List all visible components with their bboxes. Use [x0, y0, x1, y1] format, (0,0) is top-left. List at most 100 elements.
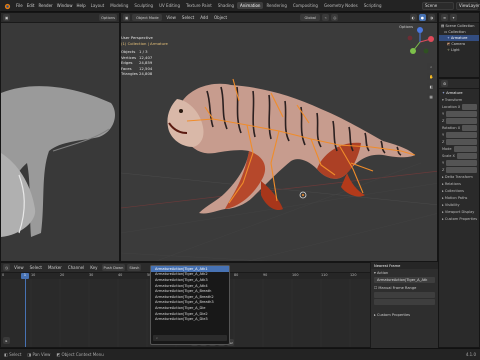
value-field[interactable]	[446, 138, 477, 145]
section-custom-properties[interactable]: ▸ Custom Properties	[439, 215, 479, 222]
tab-geometry-nodes[interactable]: Geometry Nodes	[321, 2, 361, 9]
blender-logo-icon[interactable]	[2, 2, 12, 10]
section-label: Collections	[444, 188, 465, 193]
tab-uv-editing[interactable]: UV Editing	[156, 2, 183, 9]
value-field[interactable]	[446, 131, 477, 138]
manual-frame-range-toggle[interactable]: ☐ Manual Frame Range	[371, 284, 438, 291]
action-search-input[interactable]: ⌕	[153, 335, 227, 341]
section-relations[interactable]: ▸ Relations	[439, 180, 479, 187]
object-name-field[interactable]: ✦ Armature	[439, 89, 479, 96]
menu-file[interactable]: File	[14, 3, 25, 8]
prop-label: Z	[442, 139, 445, 144]
editor-type-button[interactable]: ◷	[3, 264, 11, 271]
prop-scale-y[interactable]: Y	[439, 159, 479, 166]
section-visibility[interactable]: ▸ Visibility	[439, 201, 479, 208]
prop-location-y[interactable]: Y	[439, 110, 479, 117]
tab-animation[interactable]: Animation	[237, 2, 264, 9]
section-transform[interactable]: ▾ Transform	[439, 96, 479, 103]
prop-rotation-y[interactable]: Y	[439, 131, 479, 138]
value-field[interactable]	[446, 166, 477, 173]
push-down-button[interactable]: Push Down	[101, 264, 126, 271]
snap-icon[interactable]: ⌁	[322, 14, 330, 21]
frame-start-field[interactable]	[374, 292, 435, 298]
prop-label: Mode	[442, 146, 452, 151]
properties-header: ⚙	[439, 79, 479, 89]
value-field[interactable]	[453, 145, 477, 152]
tab-compositing[interactable]: Compositing	[290, 2, 321, 9]
menu-object[interactable]: Object	[212, 15, 229, 20]
menu-select[interactable]: Select	[180, 15, 196, 20]
menu-add[interactable]: Add	[198, 15, 210, 20]
custom-properties-label: Custom Properties	[376, 312, 411, 317]
editor-type-button[interactable]: ▣	[123, 14, 131, 21]
menu-view[interactable]: View	[12, 265, 26, 270]
prop-label: Y	[442, 111, 445, 116]
prop-scale-x[interactable]: Scale X	[439, 152, 479, 159]
value-field[interactable]	[462, 103, 477, 110]
playback-menu[interactable]: ▸	[3, 337, 10, 344]
action-name-field[interactable]: ArmatureAction|Tiger_A_Atk	[374, 277, 435, 283]
left-options-button[interactable]: Options	[99, 14, 117, 21]
view-layer-selector[interactable]: ViewLayer	[456, 1, 480, 10]
mode-selector[interactable]: Object Mode	[132, 14, 163, 21]
outliner-row-label: Light	[450, 48, 460, 52]
status-context: ◩ Object Context Menu	[56, 352, 104, 357]
section-collections[interactable]: ▸ Collections	[439, 187, 479, 194]
section-delta-transform[interactable]: ▸ Delta Transform	[439, 173, 479, 180]
custom-properties-section[interactable]: ▸ Custom Properties	[371, 311, 438, 318]
menu-edit[interactable]: Edit	[25, 3, 37, 8]
viewport-overlays-icon[interactable]: ◐	[409, 14, 417, 21]
camera-viewport[interactable]: ▣ Options	[0, 12, 120, 262]
outliner-row-label: Camera	[451, 42, 466, 46]
tiger-armature-model[interactable]	[121, 23, 438, 262]
version-label: 4.1.0	[465, 352, 476, 357]
menu-render[interactable]: Render	[36, 3, 54, 8]
menu-marker[interactable]: Marker	[46, 265, 64, 270]
action-section[interactable]: ▾ Action	[371, 269, 438, 276]
value-field[interactable]	[446, 159, 477, 166]
editor-type-button[interactable]: ▣	[3, 14, 11, 21]
value-field[interactable]	[456, 152, 477, 159]
prop-rotation-z[interactable]: Z	[439, 138, 479, 145]
prop-scale-z[interactable]: Z	[439, 166, 479, 173]
menu-window[interactable]: Window	[55, 3, 75, 8]
frame-tick: 40	[118, 273, 123, 277]
value-field[interactable]	[446, 117, 477, 124]
prop-location-x[interactable]: Location X	[439, 103, 479, 110]
transform-orientation[interactable]: Global	[300, 14, 321, 21]
value-field[interactable]	[446, 110, 477, 117]
object-name: Armature	[446, 90, 463, 95]
menu-channel[interactable]: Channel	[66, 265, 86, 270]
outliner-type-icon[interactable]: ≡	[441, 14, 449, 21]
tab-shading[interactable]: Shading	[215, 2, 237, 9]
tab-texture-paint[interactable]: Texture Paint	[183, 2, 215, 9]
frame-tick: 20	[60, 273, 65, 277]
outliner-row[interactable]: ✧ Light	[439, 47, 479, 53]
menu-view[interactable]: View	[164, 15, 178, 20]
section-motion-paths[interactable]: ▸ Motion Paths	[439, 194, 479, 201]
frame-end-field[interactable]	[374, 299, 435, 305]
value-field[interactable]	[462, 124, 477, 131]
menu-key[interactable]: Key	[88, 265, 99, 270]
stash-button[interactable]: Stash	[127, 264, 142, 271]
outliner-filter-icon[interactable]: ▾	[450, 14, 458, 21]
main-3d-viewport[interactable]: ▣ Object Mode View Select Add Object Glo…	[120, 12, 438, 262]
prop-rotation-x[interactable]: Rotation X	[439, 124, 479, 131]
material-shading-icon[interactable]: ◑	[427, 14, 435, 21]
menu-select[interactable]: Select	[28, 265, 44, 270]
tab-modeling[interactable]: Modeling	[107, 2, 131, 9]
section-viewport-display[interactable]: ▸ Viewport Display	[439, 208, 479, 215]
tab-sculpting[interactable]: Sculpting	[131, 2, 156, 9]
menu-help[interactable]: Help	[74, 3, 87, 8]
prop-mode[interactable]: Mode	[439, 145, 479, 152]
solid-shading-icon[interactable]: ●	[418, 14, 426, 21]
properties-type-icon[interactable]: ⚙	[441, 80, 449, 87]
tab-scripting[interactable]: Scripting	[361, 2, 385, 9]
prop-location-z[interactable]: Z	[439, 117, 479, 124]
proportional-icon[interactable]: ◎	[331, 14, 339, 21]
action-item[interactable]: ArmatureAction|Tiger_A_Die3	[151, 316, 229, 322]
scene-selector[interactable]: Scene	[422, 1, 454, 10]
tab-rendering[interactable]: Rendering	[263, 2, 289, 9]
prop-label: Z	[442, 118, 445, 123]
tab-layout[interactable]: Layout	[88, 2, 108, 9]
